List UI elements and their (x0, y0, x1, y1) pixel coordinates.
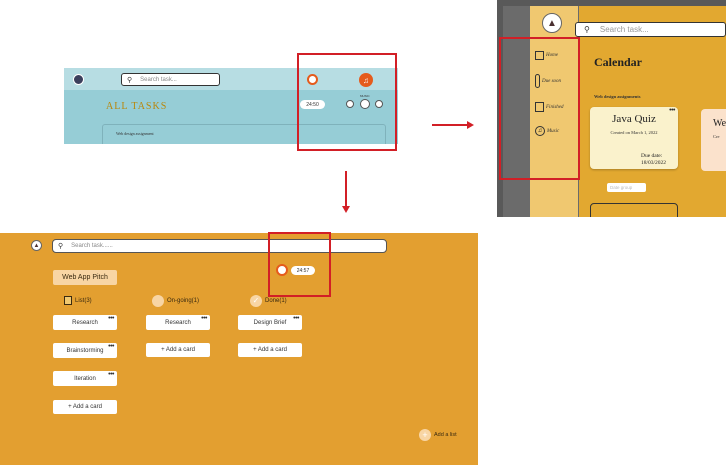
search-placeholder: Search task...... (71, 243, 113, 249)
column-title: List(3) (75, 297, 92, 304)
search-input[interactable]: ⚲ Search task... (121, 73, 220, 86)
more-icon[interactable]: ••• (293, 315, 299, 322)
column-header-ongoing: On-going(1) (152, 295, 199, 307)
card-title: Iteration (74, 375, 96, 382)
search-icon: ⚲ (127, 76, 133, 84)
search-placeholder: Search task... (599, 25, 649, 34)
column-title: On-going(1) (167, 298, 200, 304)
task-card[interactable]: Research ••• (146, 315, 210, 330)
add-card-button[interactable]: + Add a card (238, 343, 302, 357)
task-card[interactable]: Design Brief ••• (238, 315, 302, 330)
card-due-label: Due date: (641, 153, 663, 159)
highlight-box-c (268, 232, 331, 297)
card-title: Research (72, 319, 98, 326)
card-created: Cre (713, 134, 720, 139)
task-card[interactable]: Iteration ••• (53, 371, 117, 386)
card-title: Brainstorming (66, 347, 104, 354)
arrow-right-head (467, 121, 474, 129)
more-icon[interactable]: ••• (108, 343, 114, 350)
arrow-down-head (342, 206, 350, 213)
progress-icon (152, 295, 164, 307)
card-title: Java Quiz (612, 113, 656, 125)
section-label: Web design assignments (594, 94, 641, 99)
task-card[interactable]: Brainstorming ••• (53, 343, 117, 358)
panel-a-title: ALL TASKS (106, 101, 168, 112)
more-icon[interactable]: ••• (201, 315, 207, 322)
search-icon: ⚲ (58, 243, 64, 250)
search-input[interactable]: ⚲ Search task... (575, 22, 726, 37)
card-title: Design Brief (253, 319, 287, 326)
add-card-button[interactable]: + Add a card (53, 400, 117, 414)
more-icon[interactable]: ••• (108, 371, 114, 378)
avatar[interactable] (73, 74, 84, 85)
add-list-button[interactable]: + Add a list (419, 429, 457, 441)
search-icon: ⚲ (584, 25, 590, 34)
column-title: Done(1) (265, 298, 287, 304)
list-icon (64, 296, 72, 305)
page-title: Calendar (594, 55, 642, 69)
task-card[interactable]: Research ••• (53, 315, 117, 330)
board-button[interactable]: Web App Pitch (53, 270, 117, 285)
rocket-icon: ▲ (33, 242, 40, 249)
avatar[interactable]: ▲ (542, 13, 562, 33)
task-card[interactable]: ••• Java Quiz Created on March 1, 2022 D… (590, 107, 678, 169)
column-header-list: List(3) (64, 296, 92, 305)
arrow-down (345, 171, 347, 207)
add-card-button[interactable]: + Add a card (146, 343, 210, 357)
check-icon: ✓ (250, 295, 262, 307)
rocket-icon: ▲ (547, 17, 557, 29)
add-icon: + (419, 429, 431, 441)
task-card-2[interactable]: We Cre (701, 109, 726, 171)
highlight-box-b (499, 37, 580, 180)
highlight-box-a (297, 53, 397, 151)
more-icon[interactable]: ••• (108, 315, 114, 322)
new-card-outline[interactable] (590, 203, 678, 217)
panel-c: ▲ ⚲ Search task...... 24:57 Web App Pitc… (0, 233, 478, 465)
card-due-date: 18/03/2022 (641, 160, 667, 166)
card-title: Research (165, 319, 191, 326)
panel-a-section-label: Web design assignment (116, 131, 154, 136)
search-input[interactable]: ⚲ Search task...... (52, 239, 387, 253)
card-created: Created on March 1, 2022 (610, 130, 658, 135)
card-title: We (713, 118, 726, 129)
arrow-right (432, 124, 468, 126)
search-placeholder: Search task... (140, 76, 177, 83)
avatar[interactable]: ▲ (31, 240, 42, 251)
add-list-label: Add a list (434, 432, 457, 438)
date-group-input[interactable]: Date group (607, 183, 646, 192)
